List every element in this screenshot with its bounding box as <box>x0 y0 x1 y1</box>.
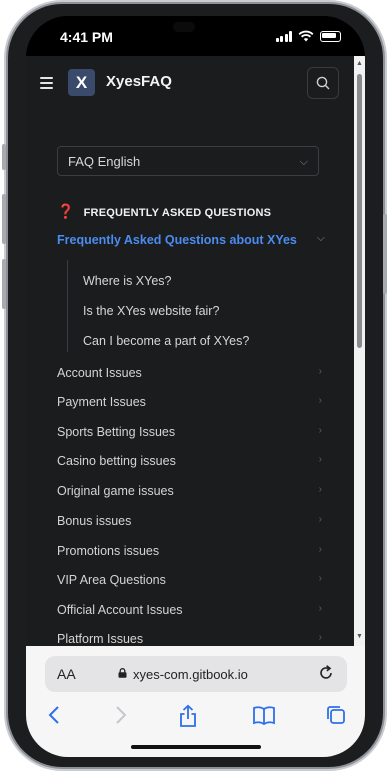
battery-icon <box>320 30 341 42</box>
chevron-right-icon: › <box>318 484 322 495</box>
section-heading: ❓ FREQUENTLY ASKED QUESTIONS <box>57 203 271 220</box>
hamburger-menu-icon[interactable] <box>40 77 53 89</box>
section-title: FREQUENTLY ASKED QUESTIONS <box>83 207 272 219</box>
power-button <box>383 214 387 294</box>
nav-item-original-game[interactable]: Original game issues › <box>57 484 322 498</box>
nav-item-label: Payment Issues <box>57 395 146 409</box>
app-header: X XyesFAQ <box>26 56 365 111</box>
tabs-icon[interactable] <box>325 704 347 726</box>
mute-switch <box>2 144 6 170</box>
screen: 4:41 PM X XyesFAQ FAQ English ⌵ ❓ FREQUE… <box>26 16 365 757</box>
volume-down-button <box>2 259 6 309</box>
language-select[interactable]: FAQ English ⌵ <box>57 146 319 176</box>
chevron-down-icon[interactable]: ⌵ <box>317 233 325 244</box>
chevron-right-icon: › <box>318 395 322 406</box>
nav-item-official-account[interactable]: Official Account Issues › <box>57 603 322 617</box>
nav-item-sports-betting[interactable]: Sports Betting Issues › <box>57 425 322 439</box>
chevron-right-icon: › <box>318 454 322 465</box>
nav-item-label: Bonus issues <box>57 514 132 528</box>
scroll-up-arrow-icon[interactable]: ▲ <box>355 59 364 68</box>
nav-item-label: Original game issues <box>57 484 174 498</box>
share-icon[interactable] <box>178 704 198 728</box>
bookmarks-icon[interactable] <box>252 704 276 726</box>
nav-subitem[interactable]: Can I become a part of XYes? <box>83 334 249 348</box>
status-time: 4:41 PM <box>60 29 113 45</box>
reload-icon[interactable] <box>317 664 335 682</box>
url-text: xyes-com.gitbook.io <box>133 667 248 682</box>
language-select-value: FAQ English <box>68 154 141 169</box>
nav-item-label: Account Issues <box>57 366 142 380</box>
forward-icon[interactable] <box>114 704 128 726</box>
nav-item-vip-area[interactable]: VIP Area Questions › <box>57 573 322 587</box>
lock-icon <box>118 668 127 678</box>
search-icon <box>316 76 330 90</box>
chevron-down-icon: ⌵ <box>299 156 308 168</box>
nav-item-promotions[interactable]: Promotions issues › <box>57 544 322 558</box>
nav-group-faq-about-xyes[interactable]: Frequently Asked Questions about XYes ⌵ <box>57 233 325 247</box>
scrollbar-thumb[interactable] <box>357 74 362 348</box>
scroll-down-arrow-icon[interactable]: ▼ <box>355 632 364 641</box>
nav-item-platform[interactable]: Platform Issues › <box>57 632 322 646</box>
browser-bar: AA xyes-com.gitbook.io <box>26 646 365 757</box>
nav-item-payment-issues[interactable]: Payment Issues › <box>57 395 322 409</box>
nav-item-label: Sports Betting Issues <box>57 425 176 439</box>
question-mark-icon: ❓ <box>57 203 75 219</box>
nav-item-label: Official Account Issues <box>57 603 183 617</box>
site-title[interactable]: XyesFAQ <box>106 73 172 90</box>
scrollbar[interactable]: ▲ ▼ <box>354 56 365 666</box>
nav-item-account-issues[interactable]: Account Issues › <box>57 366 322 380</box>
chevron-right-icon: › <box>318 573 322 584</box>
wifi-icon <box>298 30 314 42</box>
chevron-right-icon: › <box>318 425 322 436</box>
nav-subitem[interactable]: Is the XYes website fair? <box>83 304 219 318</box>
volume-up-button <box>2 194 6 244</box>
nav-item-label: Promotions issues <box>57 544 160 558</box>
back-icon[interactable] <box>47 704 61 726</box>
signal-icon <box>275 30 292 42</box>
chevron-right-icon: › <box>318 632 322 643</box>
nav-item-label: Platform Issues <box>57 632 144 646</box>
nav-item-bonus[interactable]: Bonus issues › <box>57 514 322 528</box>
text-size-button[interactable]: AA <box>57 666 76 682</box>
chevron-right-icon: › <box>318 544 322 555</box>
status-bar: 4:41 PM <box>26 16 365 56</box>
home-indicator[interactable] <box>131 745 261 749</box>
camera <box>173 22 195 32</box>
chevron-right-icon: › <box>318 366 322 377</box>
nav-item-label: VIP Area Questions <box>57 573 166 587</box>
address-bar[interactable]: AA xyes-com.gitbook.io <box>45 656 347 692</box>
nav-group-children: Where is XYes? Is the XYes website fair?… <box>67 260 308 352</box>
nav-subitem[interactable]: Where is XYes? <box>83 274 171 288</box>
nav-item-casino-betting[interactable]: Casino betting issues › <box>57 454 322 468</box>
chevron-right-icon: › <box>318 514 322 525</box>
chevron-right-icon: › <box>318 603 322 614</box>
nav-item-label: Casino betting issues <box>57 454 176 468</box>
site-logo[interactable]: X <box>68 69 95 96</box>
status-icons <box>275 30 341 42</box>
nav-group-label: Frequently Asked Questions about XYes <box>57 233 297 247</box>
browser-toolbar <box>26 704 365 734</box>
search-button[interactable] <box>307 67 339 99</box>
sidebar-navigation: FAQ English ⌵ ❓ FREQUENTLY ASKED QUESTION… <box>26 110 365 666</box>
